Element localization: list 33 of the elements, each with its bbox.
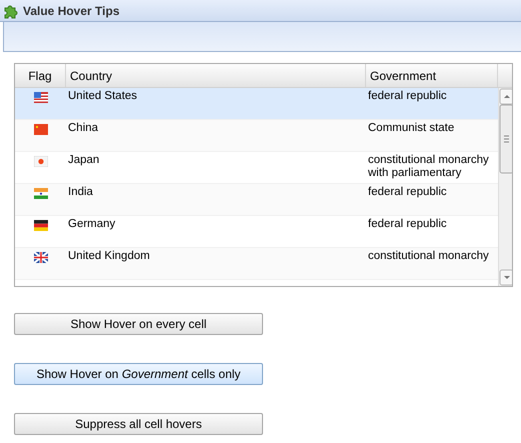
flag-icon [34,252,48,263]
table-cell: Germany [68,218,116,230]
flag-icon [34,220,48,231]
hover-mode-button[interactable]: Show Hover on every cell [14,313,263,335]
table-row[interactable]: Germany federal republic [15,216,498,248]
hover-mode-button[interactable]: Show Hover on Government cells only [14,363,263,385]
flag-icon [34,92,48,103]
table-cell: India [68,186,93,198]
table-cell: Japan [68,154,100,166]
column-header[interactable]: Flag [15,64,66,87]
table-cell: constitutional monarchy with parliamentary [368,154,489,179]
puzzle-icon [3,2,19,18]
table-cell: United States [68,90,138,102]
flag-icon [34,124,48,135]
hover-mode-button[interactable]: Suppress all cell hovers [14,413,263,435]
scrollbar[interactable] [498,88,512,286]
table-cell: constitutional monarchy [368,250,489,262]
flag-icon [34,156,48,167]
table-cell: United Kingdom [68,250,150,262]
table-cell: Communist state [368,122,454,134]
table-cell: federal republic [368,90,447,102]
table-cell: China [68,122,98,134]
column-header[interactable]: Government [366,64,498,87]
table-cell: federal republic [368,186,447,198]
table-cell: federal republic [368,218,447,230]
table-row[interactable]: United Kingdom constitutional monarchy [15,248,498,280]
flag-icon [34,188,48,199]
table-row[interactable]: China Communist state [15,120,498,152]
table-row[interactable]: Japan constitutional monarchy with parliamentary [15,152,498,184]
table-row[interactable]: India federal republic [15,184,498,216]
window-title: Value Hover Tips [23,4,120,18]
table-row[interactable]: United States federal republic [15,88,498,120]
column-header[interactable]: Country [66,64,366,87]
